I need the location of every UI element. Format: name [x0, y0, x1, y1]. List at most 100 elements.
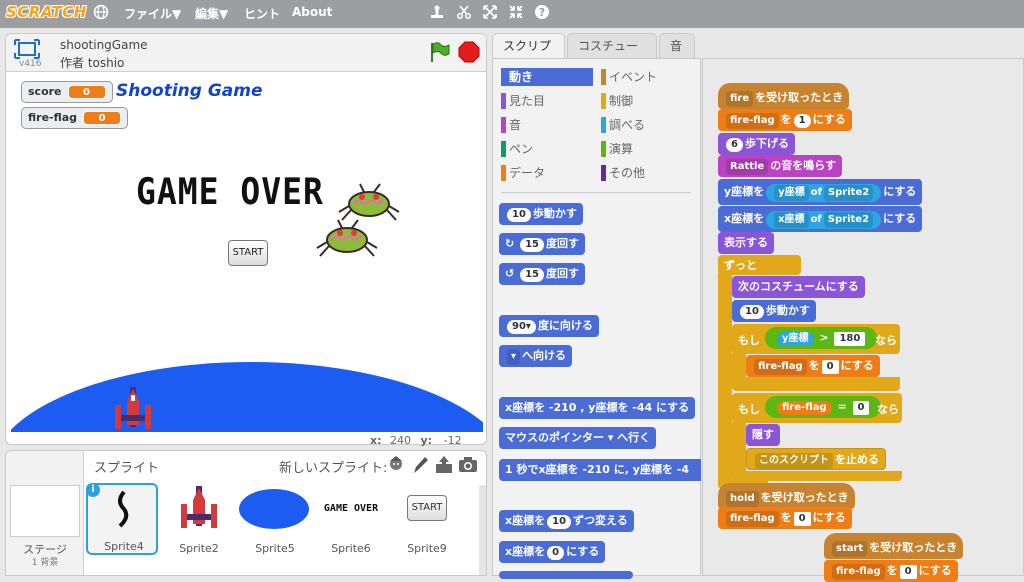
turn-left-icon: ↺	[505, 267, 515, 280]
block-go-to-xy[interactable]: x座標を -210 , y座標を -44 にする	[499, 397, 696, 419]
stage-header: v416 shootingGame 作者 toshio	[6, 34, 486, 72]
enemy-sprite[interactable]	[314, 218, 380, 258]
block-play-sound[interactable]: Rattle の音を鳴らす	[718, 155, 842, 177]
if-then-label: なら	[877, 403, 899, 416]
forever-label: ずっと	[724, 259, 757, 272]
block-move-steps[interactable]: 10 歩動かす	[732, 300, 816, 322]
stage-thumbnail[interactable]	[10, 485, 80, 537]
monitor-score-label: score	[28, 85, 62, 98]
block-set-fire-flag[interactable]: fire-flag を 0 にする	[746, 355, 880, 377]
stop-icon[interactable]	[458, 41, 480, 63]
script-area[interactable]: fire を受け取ったとき fire-flag を 1 にする 6 歩下げる Rattle…	[702, 58, 1024, 582]
start-button-sprite[interactable]: START	[228, 240, 268, 266]
sprite-item-sprite4[interactable]: i Sprite4	[86, 483, 158, 555]
block-point-towards[interactable]: ▾ へ向ける	[499, 345, 573, 367]
sprite-info-icon[interactable]: i	[86, 483, 100, 497]
stage-selector[interactable]: ステージ 1 背景	[6, 451, 84, 575]
grow-icon[interactable]	[481, 4, 499, 22]
globe-icon[interactable]	[92, 4, 110, 22]
duplicate-stamp-icon[interactable]	[428, 4, 446, 22]
sprite-list-panel: ステージ 1 背景 スプライト 新しいスプライト: i Sprite4 Spri…	[5, 450, 487, 576]
sprite-list-scrollbar[interactable]	[479, 485, 486, 575]
block-change-x[interactable]: x座標を 10 ずつ変える	[499, 510, 634, 532]
hat-when-receive-start[interactable]: start を受け取ったとき	[824, 533, 964, 559]
operator-greater-than[interactable]: y座標 > 180	[765, 327, 878, 349]
shrink-icon[interactable]	[507, 4, 525, 22]
block-set-x[interactable]: x座標を x座標 of Sprite2 にする	[718, 206, 923, 232]
sprite-library-icon[interactable]	[386, 455, 406, 475]
menu-file[interactable]: ファイル▼	[124, 5, 181, 22]
sprite6-thumbnail: GAME OVER	[323, 503, 379, 514]
hat-when-receive-hold[interactable]: hold を受け取ったとき	[718, 483, 855, 509]
green-flag-icon[interactable]	[428, 41, 450, 63]
y-coord-value: -12	[443, 434, 462, 447]
category-looks[interactable]: 見た目	[501, 92, 545, 110]
menu-about[interactable]: About	[292, 5, 332, 19]
help-icon[interactable]: ?	[533, 4, 551, 22]
monitor-score-value: 0	[67, 85, 106, 99]
game-over-sprite[interactable]: GAME OVER	[136, 170, 324, 213]
block-stop-script[interactable]: このスクリプト を止める	[746, 448, 886, 470]
enemy-sprite[interactable]	[336, 182, 402, 222]
category-control[interactable]: 制御	[601, 92, 633, 110]
block-set-fire-flag[interactable]: fire-flag を 0 にする	[824, 560, 958, 582]
block-point-direction[interactable]: 90▾ 度に向ける	[499, 315, 599, 337]
sprite-item-sprite2[interactable]: Sprite2	[163, 483, 235, 555]
block-glide[interactable]: 1 秒でx座標を -210 に, y座標を -4	[499, 459, 701, 481]
category-operators[interactable]: 演算	[601, 140, 633, 158]
category-events[interactable]: イベント	[601, 68, 657, 86]
block-hide[interactable]: 隠す	[746, 424, 780, 446]
category-sensing[interactable]: 調べる	[601, 116, 645, 134]
hat-when-receive-fire[interactable]: fire を受け取ったとき	[718, 83, 850, 109]
block-show[interactable]: 表示する	[718, 232, 774, 254]
block-move-steps[interactable]: 10 歩動かす	[499, 203, 583, 225]
category-pen[interactable]: ペン	[501, 140, 533, 158]
category-more-blocks[interactable]: その他	[601, 164, 645, 182]
category-motion[interactable]: 動き	[501, 68, 593, 86]
delete-scissors-icon[interactable]	[455, 4, 473, 22]
sprite-name: Sprite9	[407, 542, 447, 555]
category-sound[interactable]: 音	[501, 116, 521, 134]
block-set-fire-flag[interactable]: fire-flag を 1 にする	[718, 109, 852, 131]
sensing-y-of-reporter[interactable]: y座標 of Sprite2	[766, 184, 882, 202]
camera-icon[interactable]	[458, 455, 478, 475]
paint-sprite-icon[interactable]	[410, 455, 430, 475]
block-set-y[interactable]: y座標を y座標 of Sprite2 にする	[718, 179, 923, 205]
block-go-back-layers[interactable]: 6 歩下げる	[718, 133, 795, 155]
sprite-item-sprite6[interactable]: GAME OVER Sprite6	[315, 483, 387, 555]
if-end	[732, 471, 902, 481]
sprite-name: Sprite4	[104, 540, 144, 553]
category-data[interactable]: データ	[501, 164, 545, 182]
tab-sounds[interactable]: 音	[659, 33, 695, 59]
if-end	[732, 377, 900, 391]
scratch-logo[interactable]: SCRATCH	[6, 3, 87, 21]
if-then-label: なら	[875, 334, 897, 347]
block-go-to-mouse[interactable]: マウスのポインター ▾ へ行く	[499, 427, 657, 449]
sprite-item-sprite5[interactable]: Sprite5	[239, 483, 311, 555]
upload-sprite-icon[interactable]	[434, 455, 454, 475]
tab-scripts[interactable]: スクリプト	[492, 33, 565, 77]
menu-edit[interactable]: 編集▼	[195, 5, 228, 22]
stage-canvas[interactable]: score 0 fire-flag 0 Shooting Game GAME OVE…	[11, 72, 483, 432]
operator-equals[interactable]: fire-flag = 0	[765, 396, 882, 418]
monitor-score[interactable]: score 0	[21, 81, 113, 103]
sprite-name: Sprite5	[255, 542, 295, 555]
project-title[interactable]: shootingGame	[60, 38, 148, 52]
presentation-mode-icon[interactable]	[14, 39, 40, 59]
monitor-fire-flag[interactable]: fire-flag 0	[21, 107, 129, 129]
x-coord-label: x:	[370, 434, 382, 447]
turn-right-icon: ↻	[505, 237, 515, 250]
menu-tips[interactable]: ヒント	[244, 5, 280, 22]
block-next-costume[interactable]: 次のコスチュームにする	[732, 276, 865, 298]
block-partial[interactable]	[499, 571, 633, 579]
mouse-coordinates: x: 240 y: -12	[370, 434, 462, 447]
sprite5-thumbnail	[239, 489, 309, 529]
player-ship-sprite[interactable]	[111, 385, 155, 432]
sensing-x-of-reporter[interactable]: x座標 of Sprite2	[766, 211, 882, 229]
block-set-fire-flag[interactable]: fire-flag を 0 にする	[718, 507, 852, 529]
block-set-x[interactable]: x座標を 0 にする	[499, 541, 606, 563]
tab-costumes[interactable]: コスチューム	[567, 33, 657, 77]
block-turn-right[interactable]: ↻ 15 度回す	[499, 233, 585, 255]
block-turn-left[interactable]: ↺ 15 度回す	[499, 263, 585, 285]
sprite-item-sprite9[interactable]: START Sprite9	[391, 483, 463, 555]
